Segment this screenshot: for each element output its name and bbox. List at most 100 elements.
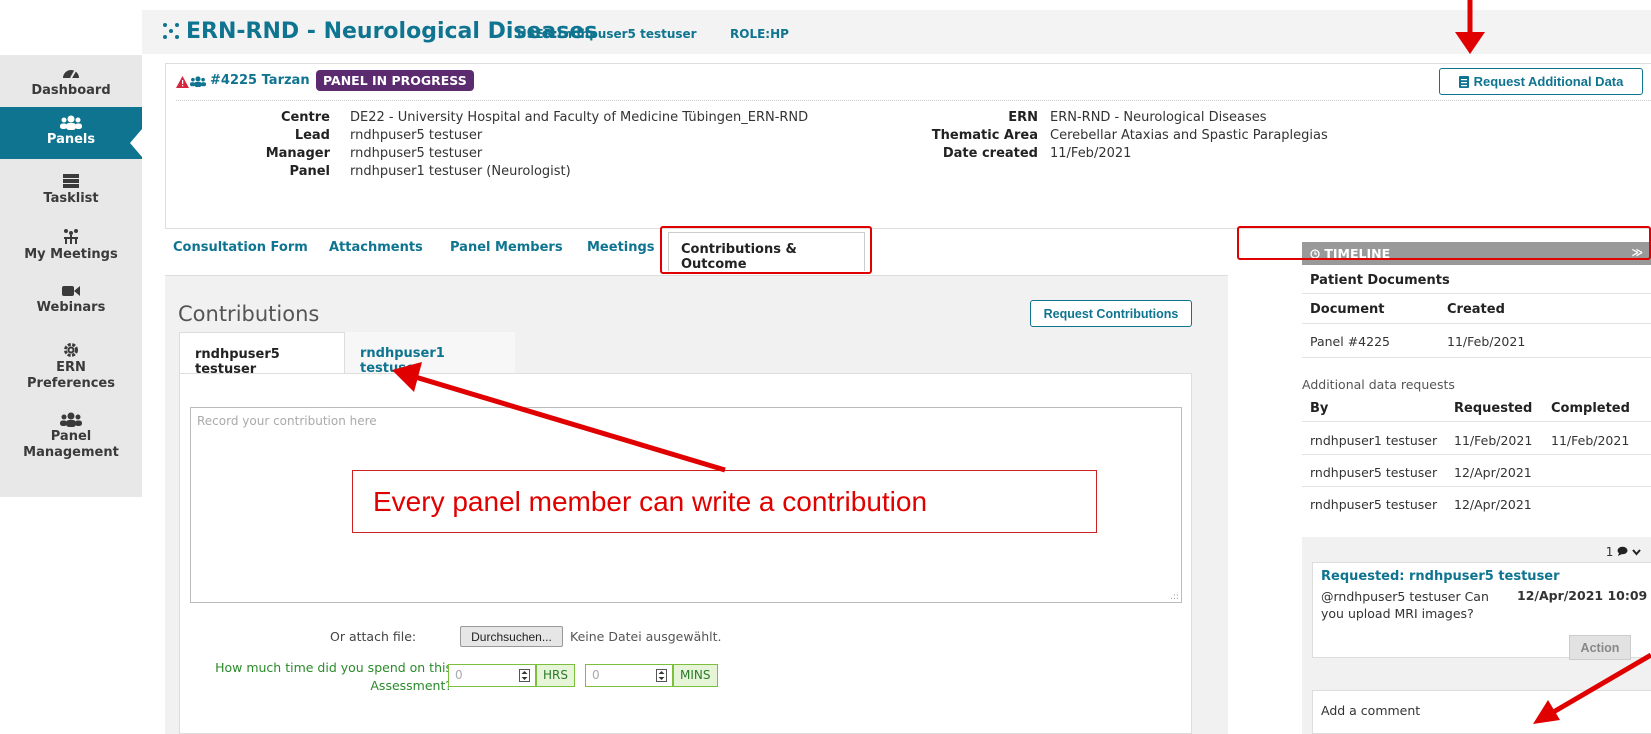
member-tab-rndhpuser5[interactable]: rndhpuser5 testuser (179, 332, 345, 377)
server-list-icon (63, 174, 79, 188)
comment-count-value: 1 (1605, 545, 1614, 559)
meeting-icon (64, 229, 78, 244)
column-header: Created (1447, 302, 1505, 317)
comment-count[interactable]: 1 (1606, 545, 1641, 559)
comment-body: @rndhpuser5 testuser Can you upload MRI … (1321, 589, 1489, 621)
document-name[interactable]: Panel #4225 (1310, 334, 1390, 349)
group-icon (60, 115, 82, 130)
column-header: By (1310, 401, 1329, 416)
annotation-highlight-tab (660, 226, 872, 274)
group-icon (190, 76, 206, 87)
user-label: USER:rndhpuser5 testuser (517, 27, 697, 41)
column-header: Completed (1551, 401, 1630, 416)
request-by: rndhpuser5 testuser (1310, 497, 1438, 512)
request-by: rndhpuser5 testuser (1310, 465, 1438, 480)
divider (1302, 323, 1651, 324)
spinner-icon[interactable] (656, 669, 667, 682)
detail-label: Date created (942, 146, 1038, 161)
role-label: ROLE:HP (730, 27, 789, 41)
hours-input[interactable]: 0 (448, 664, 536, 687)
active-indicator (130, 129, 142, 157)
timeline-panel: Patient Documents Document Created Panel… (1302, 265, 1651, 734)
divider (176, 100, 1651, 101)
sidebar-item-label: Preferences (27, 376, 115, 391)
browse-file-button[interactable]: Durchsuchen... (460, 626, 563, 647)
tab-meetings[interactable]: Meetings (587, 240, 655, 255)
detail-value: Cerebellar Ataxias and Spastic Paraplegi… (1050, 128, 1328, 143)
detail-label: Centre (280, 110, 330, 125)
sidebar-item-ern-preferences[interactable]: ERN Preferences (0, 342, 142, 394)
time-spent-label: How much time did you spend on this Asse… (215, 660, 452, 693)
sidebar-item-webinars[interactable]: Webinars (0, 284, 142, 324)
divider (1302, 293, 1651, 294)
button-label: Request Additional Data (1473, 74, 1624, 89)
request-requested: 12/Apr/2021 (1454, 465, 1532, 480)
request-contributions-button[interactable]: Request Contributions (1030, 300, 1192, 327)
add-comment-input[interactable]: Add a comment (1312, 690, 1651, 734)
detail-value: DE22 - University Hospital and Faculty o… (350, 110, 809, 125)
attach-file-label: Or attach file: (330, 629, 417, 644)
detail-label: Lead (294, 128, 330, 143)
request-requested: 12/Apr/2021 (1454, 497, 1532, 512)
tab-consultation-form[interactable]: Consultation Form (173, 240, 308, 255)
sidebar-item-label: Panels (46, 132, 96, 147)
column-header: Document (1310, 302, 1385, 317)
minutes-placeholder: 0 (592, 668, 600, 682)
divider (1302, 486, 1651, 487)
status-badge: PANEL IN PROGRESS (316, 70, 474, 91)
resize-handle[interactable]: .:: (1170, 592, 1179, 602)
document-created: 11/Feb/2021 (1447, 334, 1526, 349)
sidebar-item-panels[interactable]: Panels (0, 107, 142, 159)
action-button[interactable]: Action (1569, 635, 1631, 660)
detail-value: ERN-RND - Neurological Diseases (1050, 110, 1267, 125)
contribution-panel: .:: Or attach file: Durchsuchen... Keine… (179, 373, 1192, 734)
additional-requests-title: Additional data requests (1302, 377, 1455, 392)
detail-label: Thematic Area (931, 128, 1038, 143)
column-header: Requested (1454, 401, 1533, 416)
gear-icon (64, 343, 78, 357)
divider (1302, 421, 1651, 422)
sidebar-item-label: Webinars (36, 300, 106, 315)
detail-label: Manager (265, 146, 330, 161)
tab-panel-members[interactable]: Panel Members (450, 240, 563, 255)
request-by: rndhpuser1 testuser (1310, 433, 1438, 448)
dashboard-icon (63, 70, 79, 79)
warning-icon (176, 76, 189, 88)
sidebar-item-label: My Meetings (24, 247, 118, 262)
panel-id-link[interactable]: #4225 Tarzan (210, 73, 310, 88)
document-icon (1458, 75, 1469, 88)
request-additional-data-button[interactable]: Request Additional Data (1439, 68, 1643, 95)
video-camera-icon (62, 286, 80, 296)
comment-title: Requested: rndhpuser5 testuser (1321, 569, 1560, 584)
sidebar-item-label: Tasklist (43, 191, 99, 206)
sidebar-item-label: ERN (56, 360, 86, 375)
section-title: Contributions (178, 302, 320, 326)
member-tab-rndhpuser1[interactable]: rndhpuser1 testuser (345, 332, 515, 376)
comment-icon (1617, 546, 1628, 556)
sidebar-item-dashboard[interactable]: Dashboard (0, 65, 142, 107)
spinner-icon[interactable] (519, 669, 530, 682)
hours-unit: HRS (536, 664, 575, 687)
chevron-down-icon (1632, 549, 1641, 556)
hours-placeholder: 0 (455, 668, 463, 682)
sidebar: Dashboard Panels Tasklist My Meetings We… (0, 55, 142, 497)
sidebar-item-label: Panel (50, 429, 92, 444)
detail-value: rndhpuser5 testuser (350, 146, 483, 161)
minutes-input[interactable]: 0 (585, 664, 673, 687)
annotation-highlight-timeline (1237, 226, 1651, 260)
sidebar-item-panel-management[interactable]: Panel Management (0, 412, 142, 464)
request-requested: 11/Feb/2021 (1454, 433, 1533, 448)
detail-value: 11/Feb/2021 (1050, 146, 1132, 161)
patient-documents-title: Patient Documents (1310, 273, 1450, 288)
minutes-unit: MINS (673, 664, 718, 687)
no-file-selected-label: Keine Datei ausgewählt. (570, 629, 722, 644)
panel-details-card: #4225 Tarzan PANEL IN PROGRESS Request A… (165, 63, 1651, 229)
tab-attachments[interactable]: Attachments (329, 240, 423, 255)
detail-label: Panel (289, 164, 330, 179)
comment-timestamp: 12/Apr/2021 10:09 (1517, 588, 1648, 603)
request-completed: 11/Feb/2021 (1551, 433, 1630, 448)
sidebar-item-my-meetings[interactable]: My Meetings (0, 228, 142, 268)
sidebar-item-label: Dashboard (31, 83, 111, 98)
detail-value: rndhpuser1 testuser (Neurologist) (350, 164, 571, 179)
sidebar-item-tasklist[interactable]: Tasklist (0, 173, 142, 213)
